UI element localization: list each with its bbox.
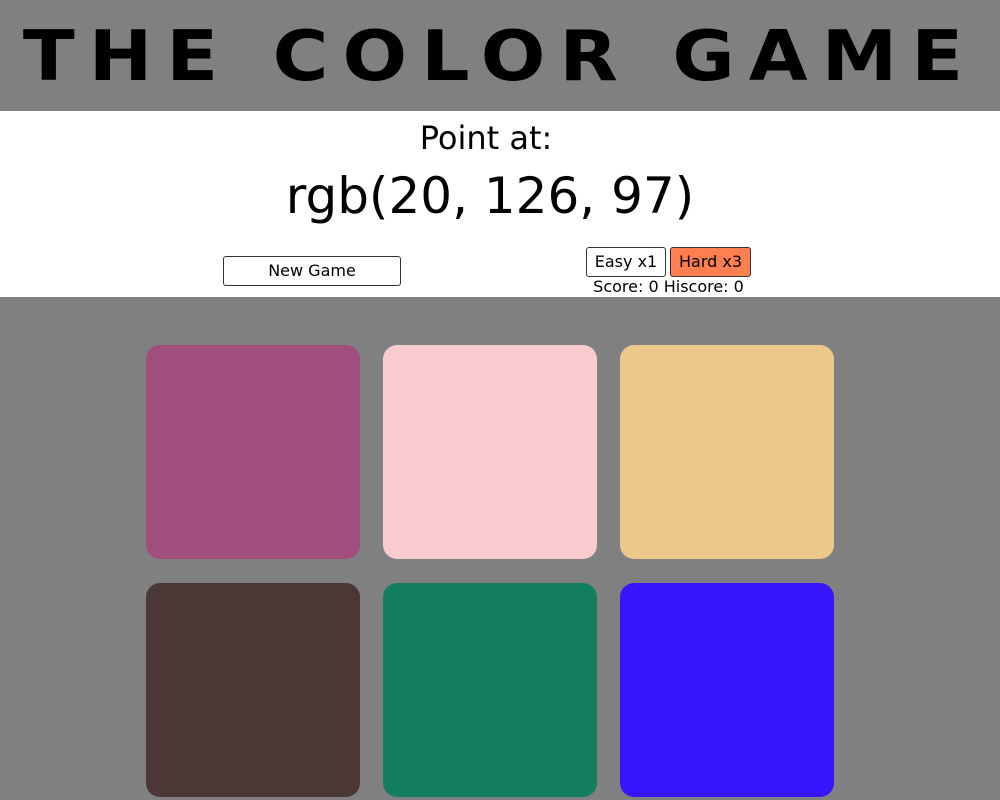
color-tile[interactable]: [383, 345, 597, 559]
color-tile[interactable]: [620, 345, 834, 559]
color-tile[interactable]: [146, 345, 360, 559]
score-display: Score: 0 Hiscore: 0: [593, 277, 744, 296]
prompt-label: Point at:: [419, 119, 553, 157]
target-color-value: rgb(20, 126, 97): [285, 167, 695, 225]
prompt-panel: Point at: rgb(20, 126, 97) New Game Easy…: [0, 111, 1000, 297]
color-board: [0, 297, 1000, 800]
hard-mode-button[interactable]: Hard x3: [670, 247, 751, 277]
title-banner: THE COLOR GAME: [0, 0, 1000, 111]
new-game-button[interactable]: New Game: [223, 256, 401, 286]
game-title: THE COLOR GAME: [22, 14, 978, 97]
color-tile[interactable]: [383, 583, 597, 797]
easy-mode-button[interactable]: Easy x1: [586, 247, 666, 277]
color-tile[interactable]: [146, 583, 360, 797]
color-tile[interactable]: [620, 583, 834, 797]
